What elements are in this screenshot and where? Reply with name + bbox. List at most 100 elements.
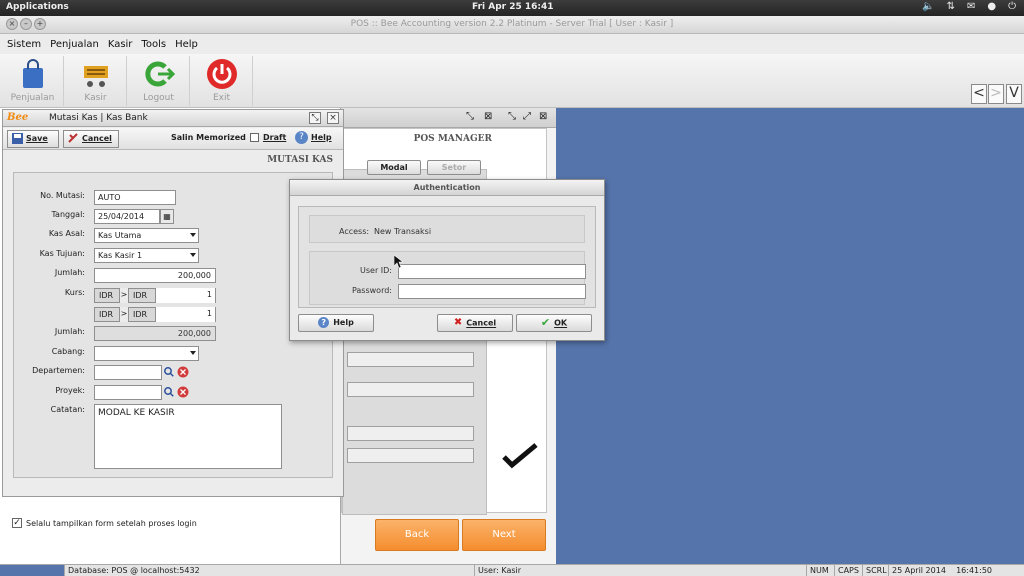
ok-button[interactable]: ✔ OK bbox=[516, 314, 592, 332]
check-icon: ✔ bbox=[540, 316, 551, 329]
chevron-down-icon bbox=[190, 351, 196, 355]
user-icon[interactable]: ● bbox=[987, 1, 996, 12]
restore-icon[interactable]: ⤡ bbox=[466, 111, 474, 122]
chevron-down-icon bbox=[190, 233, 196, 237]
menu-tools[interactable]: Tools bbox=[141, 39, 166, 50]
system-clock[interactable]: Fri Apr 25 16:41 bbox=[472, 2, 554, 12]
save-label: Save bbox=[26, 134, 48, 143]
nav-next-button[interactable]: > bbox=[988, 84, 1004, 104]
help-label: Help bbox=[333, 318, 354, 327]
cancel-button[interactable]: ✖ Cancel bbox=[437, 314, 513, 332]
jumlah-label: Jumlah: bbox=[54, 268, 85, 277]
mutasi-kas-header: Bee Mutasi Kas | Kas Bank ⤡ × bbox=[3, 110, 343, 127]
modal-button[interactable]: Modal bbox=[367, 160, 421, 175]
mutasi-kas-toolbar: Save Cancel Salin Memorized Draft ? Help bbox=[3, 128, 343, 150]
main-toolbar: Penjualan Kasir Logout Exit bbox=[0, 54, 1024, 108]
window-title: POS :: Bee Accounting version 2.2 Platin… bbox=[350, 19, 674, 29]
help-icon[interactable]: ? bbox=[295, 131, 308, 144]
menu-sistem[interactable]: Sistem bbox=[7, 39, 41, 50]
password-input[interactable] bbox=[398, 284, 586, 299]
pos-field[interactable] bbox=[347, 352, 474, 367]
close-icon[interactable]: × bbox=[327, 112, 339, 124]
departemen-input[interactable] bbox=[94, 365, 162, 380]
restore-icon[interactable]: ⤡ bbox=[508, 111, 516, 122]
kas-asal-label: Kas Asal: bbox=[48, 229, 85, 238]
next-button[interactable]: Next bbox=[462, 519, 546, 551]
user-id-input[interactable] bbox=[398, 264, 586, 279]
ok-label: OK bbox=[554, 318, 568, 328]
no-mutasi-input[interactable]: AUTO bbox=[94, 190, 176, 205]
menu-help[interactable]: Help bbox=[175, 39, 198, 50]
close-icon[interactable]: ⊠ bbox=[484, 111, 492, 122]
kas-asal-value: Kas Utama bbox=[98, 231, 142, 240]
cancel-icon: ✖ bbox=[453, 317, 463, 328]
pos-field[interactable] bbox=[347, 426, 474, 441]
always-show-checkbox[interactable]: ✓ bbox=[12, 518, 22, 528]
proyek-label: Proyek: bbox=[55, 386, 85, 395]
menu-kasir[interactable]: Kasir bbox=[108, 39, 133, 50]
authentication-title: Authentication bbox=[290, 180, 604, 196]
status-datetime: 25 April 2014 16:41:50 bbox=[888, 565, 1024, 576]
mouse-cursor-icon bbox=[394, 255, 403, 269]
save-button[interactable]: Save bbox=[7, 130, 59, 148]
help-button[interactable]: ? Help bbox=[298, 314, 374, 332]
clear-icon[interactable] bbox=[177, 386, 189, 398]
volume-icon[interactable]: 🔈 bbox=[922, 1, 934, 12]
proyek-input[interactable] bbox=[94, 385, 162, 400]
status-user: User: Kasir bbox=[474, 565, 806, 576]
kurs-field-1[interactable]: IDR > IDR 1 bbox=[94, 288, 216, 303]
system-panel: Applications Fri Apr 25 16:41 🔈 ⇅ ✉ ● ⏻ bbox=[0, 0, 1024, 16]
search-icon[interactable] bbox=[163, 366, 175, 378]
applications-menu[interactable]: Applications bbox=[6, 2, 69, 12]
kasir-label: Kasir bbox=[84, 93, 107, 103]
calendar-icon[interactable]: ▦ bbox=[160, 209, 174, 224]
credentials-row: User ID: Password: bbox=[309, 251, 586, 305]
chevron-down-icon bbox=[190, 253, 196, 257]
always-show-label: Selalu tampilkan form setelah proses log… bbox=[26, 519, 197, 528]
kurs-value[interactable]: 1 bbox=[155, 288, 215, 303]
nav-prev-button[interactable]: < bbox=[971, 84, 987, 104]
jumlah-input[interactable]: 200,000 bbox=[94, 268, 216, 283]
back-button[interactable]: Back bbox=[375, 519, 459, 551]
penjualan-button[interactable]: Penjualan bbox=[2, 56, 64, 106]
kasir-button[interactable]: Kasir bbox=[65, 56, 127, 106]
search-icon[interactable] bbox=[163, 386, 175, 398]
access-label: Access: bbox=[339, 227, 370, 236]
nav-more-button[interactable]: V bbox=[1006, 84, 1022, 104]
menu-penjualan[interactable]: Penjualan bbox=[50, 39, 99, 50]
tanggal-input[interactable]: 25/04/2014 bbox=[94, 209, 160, 224]
close-icon[interactable]: ⊠ bbox=[539, 111, 547, 122]
maximize-icon[interactable]: ⤢ bbox=[523, 111, 531, 122]
logout-button[interactable]: Logout bbox=[128, 56, 190, 106]
logout-icon bbox=[144, 61, 175, 87]
power-icon[interactable]: ⏻ bbox=[1008, 1, 1016, 12]
salin-memorized-link[interactable]: Salin Memorized bbox=[171, 133, 246, 142]
mutasi-kas-section-title: MUTASI KAS bbox=[267, 155, 333, 165]
help-label[interactable]: Help bbox=[311, 133, 332, 142]
draft-checkbox[interactable] bbox=[250, 133, 259, 142]
exit-button[interactable]: Exit bbox=[191, 56, 253, 106]
mail-icon[interactable]: ✉ bbox=[967, 1, 975, 12]
mutasi-kas-title: Mutasi Kas | Kas Bank bbox=[49, 113, 148, 123]
pos-manager-header: ⤡ ⊠ ⤡ ⤢ ⊠ bbox=[341, 108, 556, 128]
network-icon[interactable]: ⇅ bbox=[947, 1, 955, 12]
kurs-label: Kurs: bbox=[64, 288, 85, 297]
jumlah-2-display: 200,000 bbox=[94, 326, 216, 341]
cancel-button[interactable]: Cancel bbox=[63, 130, 119, 148]
clear-icon[interactable] bbox=[177, 366, 189, 378]
pos-field[interactable] bbox=[347, 382, 474, 397]
kurs-to: IDR bbox=[133, 310, 148, 319]
cancel-label: Cancel bbox=[466, 318, 497, 328]
kas-tujuan-select[interactable]: Kas Kasir 1 bbox=[94, 248, 199, 263]
restore-icon[interactable]: ⤡ bbox=[309, 112, 321, 124]
pos-field[interactable] bbox=[347, 448, 474, 463]
cash-register-icon bbox=[83, 66, 108, 87]
kurs-field-2[interactable]: IDR > IDR 1 bbox=[94, 307, 216, 322]
kurs-value[interactable]: 1 bbox=[155, 307, 215, 322]
help-icon: ? bbox=[318, 317, 330, 328]
cabang-select[interactable] bbox=[94, 346, 199, 361]
kas-asal-select[interactable]: Kas Utama bbox=[94, 228, 199, 243]
catatan-textarea[interactable]: MODAL KE KASIR bbox=[94, 404, 282, 469]
setor-button[interactable]: Setor bbox=[427, 160, 481, 175]
workspace-background bbox=[556, 108, 1024, 564]
